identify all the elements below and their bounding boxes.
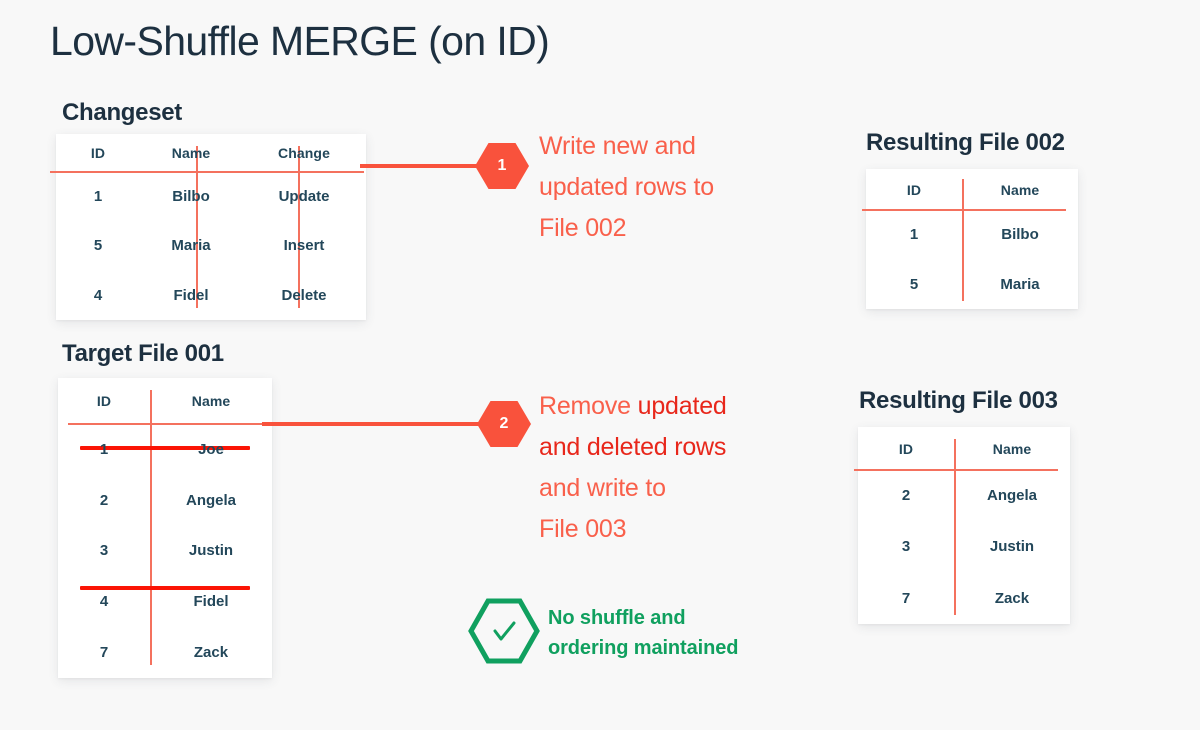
cell-id: 5 bbox=[93, 237, 103, 255]
column-header-name: Name bbox=[191, 393, 231, 409]
cell-name: Bilbo bbox=[172, 188, 210, 206]
column-header-change: Change bbox=[278, 145, 330, 161]
cell-id: 5 bbox=[909, 275, 919, 293]
cell-id: 7 bbox=[901, 589, 911, 607]
column-header-id: ID bbox=[906, 181, 922, 198]
changeset-title: Changeset bbox=[62, 99, 182, 126]
cell-change: Update bbox=[278, 188, 330, 206]
step-2-line-1-prefix: Remove bbox=[539, 392, 638, 420]
cell-name: Maria bbox=[171, 237, 211, 255]
step-2-line-1-emphasis: updated bbox=[637, 392, 727, 420]
step-2-connector bbox=[262, 422, 492, 426]
result-003-title: Resulting File 003 bbox=[859, 387, 1058, 414]
table-row: 4 Fidel Delete bbox=[56, 271, 366, 320]
step-1-line-1: Write new and bbox=[539, 132, 696, 160]
result-002-table-card: ID Name 1 Bilbo 5 Maria bbox=[862, 169, 1078, 309]
cell-id: 3 bbox=[99, 542, 109, 560]
target-file-title: Target File 001 bbox=[62, 340, 224, 367]
cell-name: Angela bbox=[986, 487, 1037, 505]
table-row: 1 Bilbo Update bbox=[56, 172, 366, 221]
step-1-line-2: updated rows to bbox=[539, 173, 714, 201]
target-file-table-card: ID Name 1 Joe 2 Angela 3 Justin 4 Fidel … bbox=[58, 378, 272, 678]
cell-name: Bilbo bbox=[1001, 226, 1039, 244]
table-row: 5 Maria Insert bbox=[56, 221, 366, 270]
step-2-line-1: Remove updated bbox=[539, 386, 829, 427]
column-header-id: ID bbox=[96, 393, 112, 409]
table-row: 3 Justin bbox=[58, 526, 272, 577]
table-row: 7 Zack bbox=[58, 627, 272, 678]
result-003-table-card: ID Name 2 Angela 3 Justin 7 Zack bbox=[854, 427, 1070, 624]
step-2-number: 2 bbox=[499, 415, 509, 432]
note-line-1: No shuffle and bbox=[548, 607, 686, 629]
changeset-table-card: ID Name Change 1 Bilbo Update 5 Maria In… bbox=[50, 134, 366, 320]
step-1-line-3: File 002 bbox=[539, 214, 627, 242]
column-header-id: ID bbox=[90, 145, 106, 161]
table-row: 3 Justin bbox=[858, 521, 1070, 572]
step-2-badge: 2 bbox=[477, 400, 531, 448]
cell-id: 3 bbox=[901, 538, 911, 556]
table-row: 1 Bilbo bbox=[866, 210, 1078, 260]
result-002-title: Resulting File 002 bbox=[866, 129, 1065, 156]
cell-name: Zack bbox=[994, 589, 1030, 607]
cell-name: Joe bbox=[198, 440, 224, 458]
step-1-callout: Write new and updated rows to File 002 bbox=[539, 126, 809, 249]
table-header-row: ID Name bbox=[58, 378, 272, 424]
step-1-number: 1 bbox=[497, 157, 507, 174]
result-003-table: ID Name 2 Angela 3 Justin 7 Zack bbox=[858, 427, 1070, 624]
no-shuffle-note: No shuffle and ordering maintained bbox=[548, 603, 828, 663]
diagram-canvas: Low-Shuffle MERGE (on ID) Changeset ID N… bbox=[0, 0, 1200, 730]
column-header-name: Name bbox=[992, 440, 1032, 457]
table-row: 2 Angela bbox=[58, 475, 272, 526]
table-header-row: ID Name Change bbox=[56, 134, 366, 172]
table-row: 4 Fidel bbox=[58, 576, 272, 627]
cell-change: Insert bbox=[283, 237, 325, 255]
table-row: 7 Zack bbox=[858, 573, 1070, 624]
cell-change: Delete bbox=[281, 286, 327, 304]
cell-id: 1 bbox=[93, 188, 103, 206]
target-file-table: ID Name 1 Joe 2 Angela 3 Justin 4 Fidel … bbox=[58, 378, 272, 678]
table-row: 1 Joe bbox=[58, 424, 272, 475]
table-header-row: ID Name bbox=[858, 427, 1070, 470]
step-2-line-3: and write to bbox=[539, 474, 666, 502]
cell-id: 2 bbox=[901, 487, 911, 505]
table-header-row: ID Name bbox=[866, 169, 1078, 210]
step-2-line-4: File 003 bbox=[539, 515, 627, 543]
step-1-connector bbox=[360, 164, 490, 168]
cell-name: Justin bbox=[188, 542, 234, 560]
cell-name: Angela bbox=[185, 491, 236, 509]
step-2-line-2: and deleted rows bbox=[539, 433, 727, 461]
step-2-callout: Remove updated and deleted rows and writ… bbox=[539, 386, 829, 550]
cell-id: 7 bbox=[99, 644, 109, 662]
table-row: 5 Maria bbox=[866, 260, 1078, 310]
column-header-name: Name bbox=[1000, 181, 1040, 198]
step-1-badge: 1 bbox=[475, 142, 529, 190]
cell-id: 4 bbox=[93, 286, 103, 304]
changeset-table: ID Name Change 1 Bilbo Update 5 Maria In… bbox=[56, 134, 366, 320]
column-header-id: ID bbox=[898, 440, 914, 457]
page-title: Low-Shuffle MERGE (on ID) bbox=[50, 18, 550, 64]
note-line-2: ordering maintained bbox=[548, 637, 739, 659]
cell-name: Zack bbox=[193, 644, 229, 662]
result-002-table: ID Name 1 Bilbo 5 Maria bbox=[866, 169, 1078, 309]
cell-name: Fidel bbox=[193, 593, 229, 611]
cell-id: 4 bbox=[99, 593, 109, 611]
column-header-name: Name bbox=[171, 145, 211, 161]
cell-name: Fidel bbox=[173, 286, 209, 304]
cell-id: 2 bbox=[99, 491, 109, 509]
cell-id: 1 bbox=[909, 226, 919, 244]
cell-id: 1 bbox=[99, 440, 109, 458]
cell-name: Justin bbox=[989, 538, 1035, 556]
table-row: 2 Angela bbox=[858, 470, 1070, 521]
check-icon bbox=[468, 598, 540, 664]
cell-name: Maria bbox=[1000, 275, 1040, 293]
